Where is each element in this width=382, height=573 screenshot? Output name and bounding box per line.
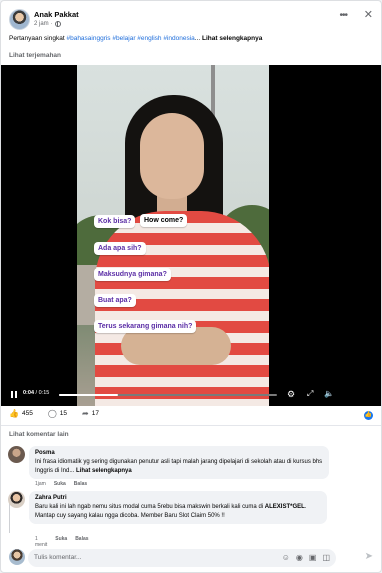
person-face bbox=[140, 113, 204, 199]
reaction-bar: 👍 455 ◯ 15 ➦ 17 bbox=[9, 409, 114, 418]
current-user-avatar bbox=[9, 549, 25, 565]
composer-icons: ☺ ◉ ▣ ◫ bbox=[282, 553, 330, 562]
person-shirt bbox=[95, 211, 269, 406]
comment-time[interactable]: 1 menit bbox=[35, 536, 47, 548]
video-time: 0:04 / 0:15 bbox=[23, 390, 49, 396]
share-icon: ➦ bbox=[82, 409, 89, 418]
comment-composer[interactable]: Tulis komentar... ☺ ◉ ▣ ◫ bbox=[28, 549, 336, 567]
see-more-link[interactable]: Lihat selengkapnya bbox=[202, 35, 262, 42]
comment-bubble: Posma Ini frasa idiomatik yg sering digu… bbox=[29, 446, 329, 479]
post-time[interactable]: 2 jam bbox=[34, 21, 49, 27]
caption-hashtags[interactable]: #bahasainggris #belajar #english #indone… bbox=[66, 35, 194, 42]
video-controls: 0:04 / 0:15 ⚙ ⤢ 🔈 bbox=[1, 387, 381, 406]
current-time: 0:04 bbox=[23, 390, 35, 396]
video-progress-fill bbox=[59, 394, 118, 396]
video-progress-bar[interactable] bbox=[59, 394, 277, 396]
comment-reply-button[interactable]: Balas bbox=[74, 481, 87, 487]
commenter-name[interactable]: Zahra Putri bbox=[35, 494, 321, 503]
caption-ellipsis: ... bbox=[194, 35, 201, 42]
author-name[interactable]: Anak Pakkat bbox=[34, 10, 79, 19]
like-reaction-icon: 👍 bbox=[364, 411, 373, 420]
comment-text: Baru kali ini lah ngab nemu situs modal … bbox=[35, 504, 265, 510]
comment-time[interactable]: 1jam bbox=[35, 481, 46, 487]
comment-meta: 1 menit Suka Balas bbox=[35, 536, 89, 548]
meta-dot: · bbox=[50, 21, 53, 27]
post-caption: Pertanyaan singkat #bahasainggris #belaj… bbox=[9, 35, 262, 42]
send-icon[interactable]: ➤ bbox=[365, 551, 373, 562]
share-count: 17 bbox=[91, 410, 99, 417]
post-card: Anak Pakkat 2 jam · ••• ✕ Pertanyaan sin… bbox=[0, 0, 382, 573]
see-translation-link[interactable]: Lihat terjemahan bbox=[9, 52, 61, 59]
comment-count: 15 bbox=[59, 410, 68, 417]
globe-icon bbox=[54, 21, 61, 27]
settings-icon[interactable]: ⚙ bbox=[287, 389, 295, 399]
pause-icon[interactable] bbox=[11, 391, 17, 398]
comment-like-button[interactable]: Suka bbox=[54, 481, 66, 487]
video-text-bubble: Kok bisa? bbox=[94, 215, 136, 228]
comment-reply-button[interactable]: Balas bbox=[75, 536, 88, 548]
comment-button[interactable]: ◯ 15 bbox=[48, 409, 67, 418]
comment-see-more-link[interactable]: Lihat selengkapnya bbox=[76, 468, 132, 474]
commenter-name[interactable]: Posma bbox=[35, 449, 323, 458]
like-button[interactable]: 👍 455 bbox=[9, 409, 33, 418]
comment-bubble: Zahra Putri Baru kali ini lah ngab nemu … bbox=[29, 491, 327, 524]
gif-icon[interactable]: ▣ bbox=[309, 553, 317, 562]
thumbs-up-icon: 👍 bbox=[9, 409, 19, 418]
view-more-comments-link[interactable]: Lihat komentar lain bbox=[9, 431, 69, 438]
thread-line bbox=[9, 503, 10, 533]
video-text-bubble: Terus sekarang gimana nih? bbox=[94, 320, 197, 333]
emoji-icon[interactable]: ☺ bbox=[282, 553, 290, 562]
camera-icon[interactable]: ◉ bbox=[296, 553, 303, 562]
commenter-avatar[interactable] bbox=[8, 491, 25, 508]
comment-bold-text: ALEXIST*GEL bbox=[264, 504, 305, 510]
comment-like-button[interactable]: Suka bbox=[55, 536, 67, 548]
fullscreen-icon[interactable]: ⤢ bbox=[307, 389, 313, 399]
video-text-bubble: Ada apa sih? bbox=[94, 242, 146, 255]
video-text-bubble: Buat apa? bbox=[94, 294, 136, 307]
duration: 0:15 bbox=[38, 390, 50, 396]
author-avatar[interactable] bbox=[9, 9, 30, 30]
comment-icon: ◯ bbox=[47, 409, 57, 418]
caption-text: Pertanyaan singkat bbox=[9, 35, 65, 42]
post-meta: 2 jam · bbox=[34, 21, 61, 27]
volume-icon[interactable]: 🔈 bbox=[324, 389, 334, 399]
comment-meta: 1jam Suka Balas bbox=[35, 481, 87, 487]
like-count: 455 bbox=[21, 410, 33, 417]
more-options-icon[interactable]: ••• bbox=[339, 10, 347, 21]
comment-input[interactable]: Tulis komentar... bbox=[34, 554, 81, 561]
share-button[interactable]: ➦ 17 bbox=[82, 409, 99, 418]
video-text-bubble: How come? bbox=[140, 214, 188, 227]
close-icon[interactable]: ✕ bbox=[364, 8, 373, 21]
video-frame bbox=[77, 65, 269, 406]
divider bbox=[1, 425, 381, 426]
video-player[interactable]: Kok bisa? How come? Ada apa sih? Maksudn… bbox=[1, 65, 381, 406]
video-text-bubble: Maksudnya gimana? bbox=[94, 268, 171, 281]
commenter-avatar[interactable] bbox=[8, 446, 25, 463]
sticker-icon[interactable]: ◫ bbox=[322, 553, 330, 562]
